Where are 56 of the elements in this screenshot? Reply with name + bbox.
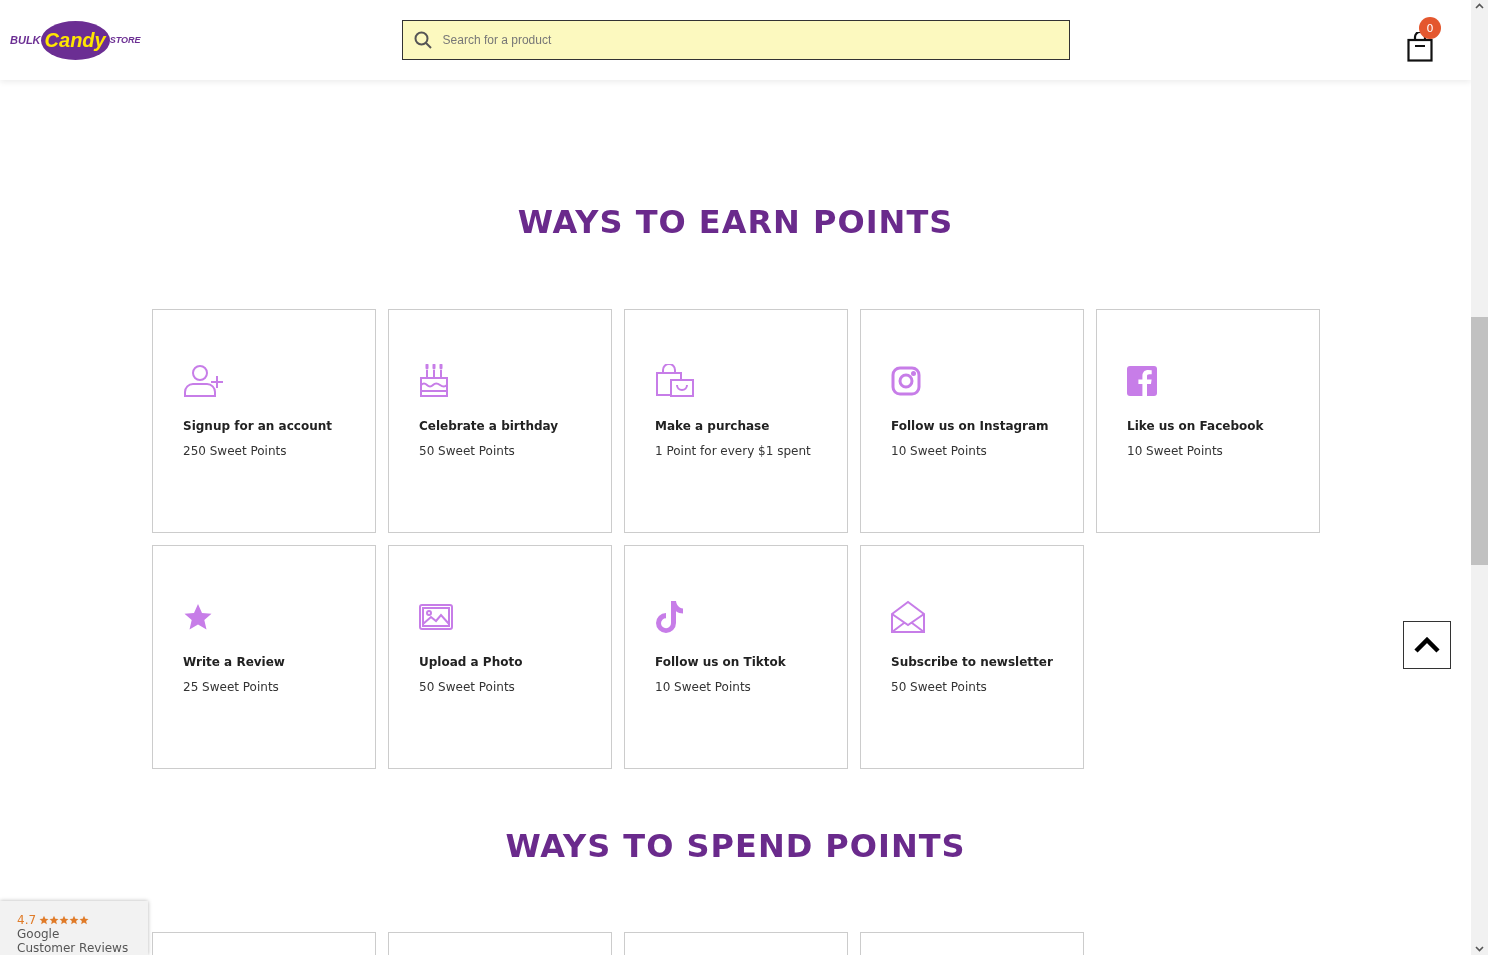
earn-points-card[interactable]: Follow us on Instagram 10 Sweet Points: [860, 309, 1084, 533]
star-icon: [79, 915, 90, 925]
points-text: 50 Sweet Points: [419, 680, 515, 694]
earn-points-card[interactable]: Upload a Photo 50 Sweet Points: [388, 545, 612, 769]
card-title: Like us on Facebook: [1127, 419, 1264, 433]
shopping-bag-icon[interactable]: [1407, 32, 1433, 62]
logo-text: Candy: [40, 20, 110, 60]
cart-count-badge: 0: [1419, 17, 1441, 39]
scrollbar-thumb[interactable]: [1471, 317, 1488, 565]
facebook-icon: [1127, 366, 1157, 396]
earn-points-card[interactable]: Like us on Facebook 10 Sweet Points: [1096, 309, 1320, 533]
card-title: Make a purchase: [655, 419, 770, 433]
back-to-top-button[interactable]: [1403, 621, 1451, 669]
points-text: 10 Sweet Points: [1127, 444, 1223, 458]
section-heading: WAYS TO EARN POINTS: [517, 203, 954, 241]
star-icon: [39, 915, 50, 925]
envelope-icon: [891, 600, 925, 634]
points-text: 1 Point for every $1 spent: [655, 444, 811, 458]
earn-points-card[interactable]: Signup for an account 250 Sweet Points: [152, 309, 376, 533]
points-text: 50 Sweet Points: [891, 680, 987, 694]
review-source: Google: [17, 927, 60, 941]
reviews-badge[interactable]: 4.7 Google Customer Reviews: [0, 901, 148, 955]
shopping-bag-icon: [655, 364, 695, 398]
card-title: Subscribe to newsletter: [891, 655, 1053, 669]
logo-text: STORE: [109, 35, 141, 45]
points-text: 10 Sweet Points: [655, 680, 751, 694]
earn-points-card[interactable]: Follow us on Tiktok 10 Sweet Points: [624, 545, 848, 769]
card-title: Signup for an account: [183, 419, 332, 433]
card-title: Follow us on Tiktok: [655, 655, 786, 669]
card-title: Follow us on Instagram: [891, 419, 1049, 433]
card-title: Upload a Photo: [419, 655, 523, 669]
earn-points-card[interactable]: Subscribe to newsletter 50 Sweet Points: [860, 545, 1084, 769]
section-heading: WAYS TO SPEND POINTS: [505, 827, 966, 865]
image-icon: [419, 604, 453, 630]
star-icon: [59, 915, 70, 925]
card-title: Write a Review: [183, 655, 285, 669]
tiktok-icon: [655, 600, 685, 634]
search-icon: [413, 31, 432, 49]
star-icon: [183, 602, 213, 632]
earn-points-card[interactable]: Write a Review 25 Sweet Points: [152, 545, 376, 769]
points-text: 250 Sweet Points: [183, 444, 287, 458]
logo-text: BULK: [10, 34, 41, 46]
instagram-icon: [891, 366, 921, 396]
points-text: 10 Sweet Points: [891, 444, 987, 458]
points-text: 25 Sweet Points: [183, 680, 279, 694]
review-caption: Customer Reviews: [17, 941, 129, 955]
points-text: 50 Sweet Points: [419, 444, 515, 458]
star-icon: [69, 915, 80, 925]
birthday-cake-icon: [419, 364, 449, 398]
search-field[interactable]: Search for a product: [401, 20, 1070, 60]
rating-value: 4.7: [17, 913, 37, 927]
card-title: Celebrate a birthday: [419, 419, 559, 433]
earn-points-card[interactable]: Celebrate a birthday 50 Sweet Points: [388, 309, 612, 533]
star-icon: [49, 915, 60, 925]
earn-points-card[interactable]: Make a purchase 1 Point for every $1 spent: [624, 309, 848, 533]
chevron-up-icon: [1414, 637, 1440, 653]
